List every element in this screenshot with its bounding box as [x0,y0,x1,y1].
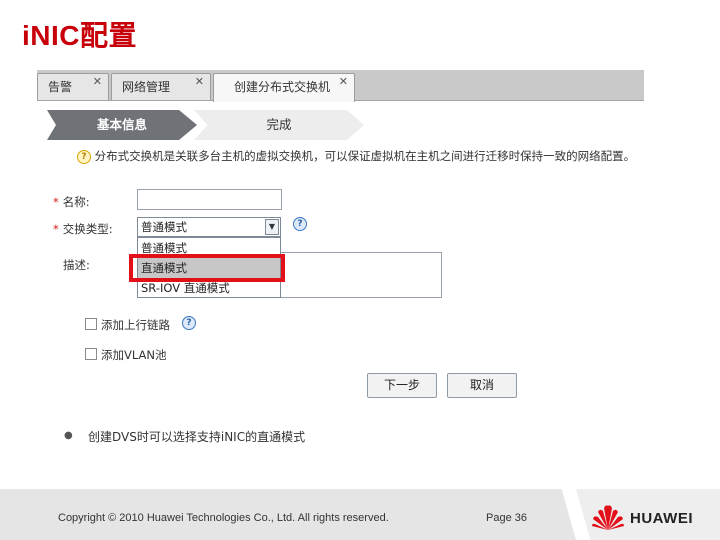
tab-label: 告警 [48,80,73,94]
chevron-down-icon[interactable]: ▼ [265,219,279,235]
slide-title: iNIC配置 [22,20,138,51]
help-icon: ? [77,149,91,164]
uplink-label: 添加上行链路 [101,318,170,332]
tab-create-dvs[interactable]: 创建分布式交换机 ✕ [213,73,355,102]
hint-label: 分布式交换机是关联多台主机的虚拟交换机，可以保证虚拟机在主机之间进行迁移时保持一… [94,149,636,163]
tab-network-management[interactable]: 网络管理 ✕ [111,73,211,100]
desc-label: 描述: [63,258,90,272]
switch-type-select[interactable]: 普通模式 ▼ [137,217,281,237]
next-button[interactable]: 下一步 [367,373,437,398]
wizard-steps: 基本信息 完成 [47,110,364,140]
bullet-icon: ● [64,430,73,441]
select-value: 普通模式 [141,220,187,234]
cancel-button[interactable]: 取消 [447,373,517,398]
hint-text: ? 分布式交换机是关联多台主机的虚拟交换机，可以保证虚拟机在主机之间进行迁移时保… [77,148,635,164]
required-mark: * [53,222,59,236]
brand-name: HUAWEI [630,510,693,527]
help-icon[interactable]: ? [182,316,196,330]
step-basic-info: 基本信息 [47,110,197,140]
tab-bar: 告警 ✕ 网络管理 ✕ 创建分布式交换机 ✕ [37,70,644,102]
step-finish: 完成 [194,110,364,140]
name-label: * 名称: [53,195,90,209]
close-icon[interactable]: ✕ [195,69,204,95]
uplink-checkbox[interactable] [85,318,97,330]
tab-alarm[interactable]: 告警 ✕ [37,73,109,100]
help-icon[interactable]: ? [293,217,307,231]
required-mark: * [53,195,59,209]
dialog-screenshot: 告警 ✕ 网络管理 ✕ 创建分布式交换机 ✕ 基本信息 完成 ? 分布式交换机是… [37,70,644,410]
type-label: * 交换类型: [53,222,113,236]
huawei-logo-icon [592,505,624,530]
page-number: Page 36 [486,512,527,524]
bullet-text: 创建DVS时可以选择支持iNIC的直通模式 [88,430,306,444]
name-input[interactable] [137,189,282,210]
tab-label: 创建分布式交换机 [234,80,331,94]
vlan-pool-label: 添加VLAN池 [101,348,167,362]
copyright-text: Copyright © 2010 Huawei Technologies Co.… [58,512,389,524]
vlan-pool-checkbox[interactable] [85,348,97,360]
close-icon[interactable]: ✕ [93,69,102,95]
highlight-box [129,254,285,282]
tab-label: 网络管理 [122,80,171,94]
close-icon[interactable]: ✕ [339,69,348,95]
